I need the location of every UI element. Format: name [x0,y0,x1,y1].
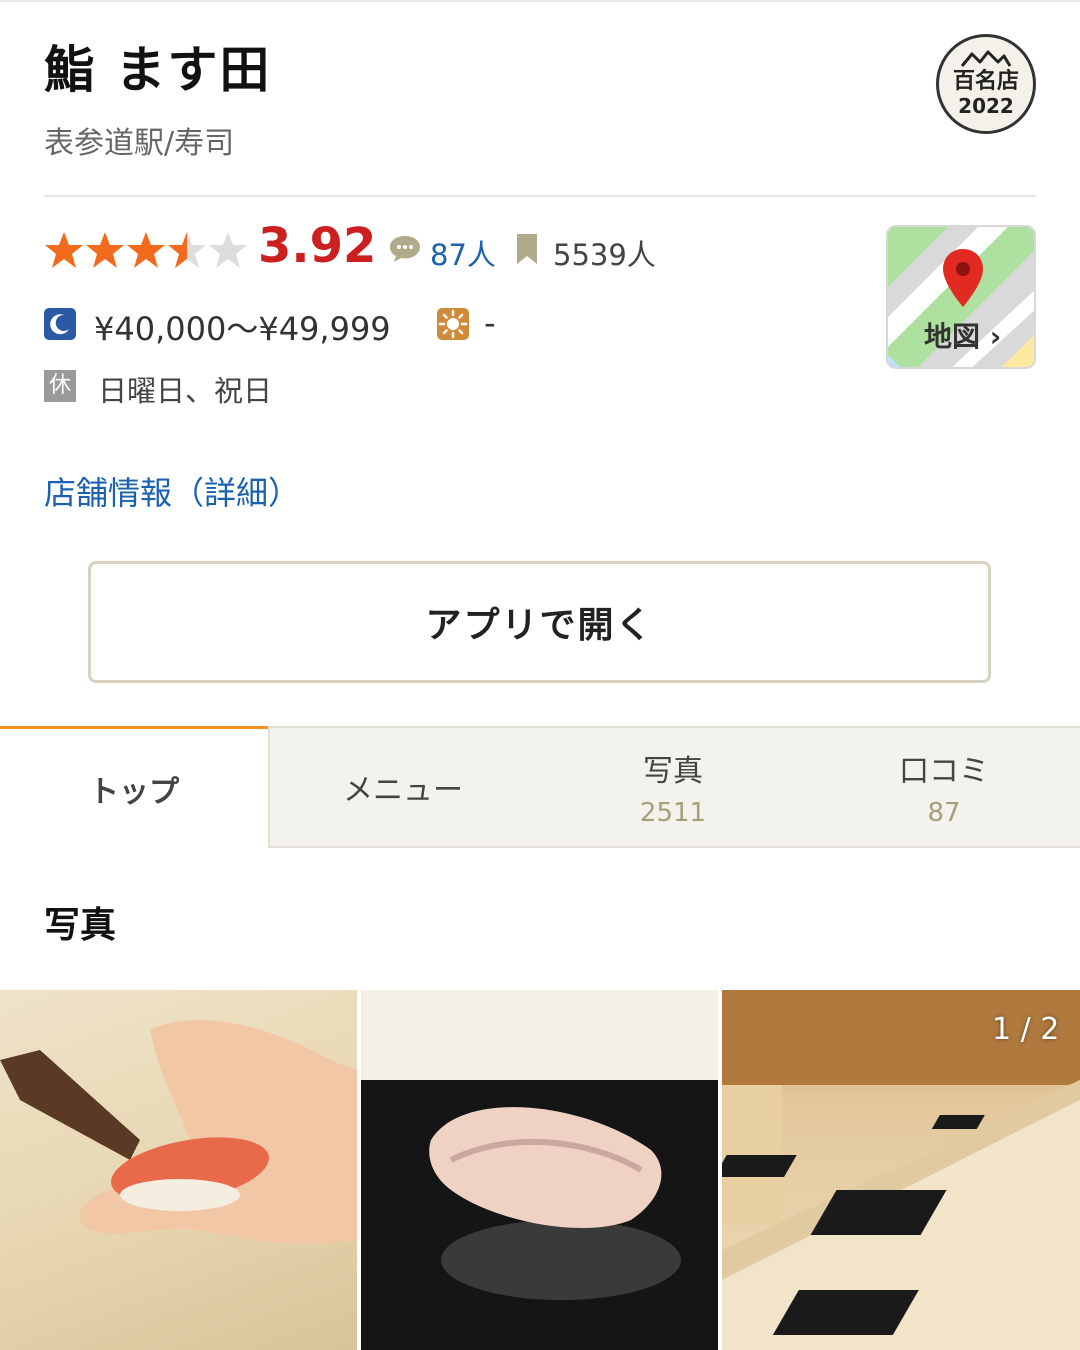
tab-label: メニュー [343,773,463,808]
lunch-price: - [484,304,496,342]
star-icon-5 [209,232,247,268]
store-detail-link[interactable]: 店舗情報（詳細） [44,468,300,514]
star-icon-4-half [168,232,206,268]
tab-count: 87 [927,798,961,828]
tab-photos[interactable]: 写真 2511 [538,726,808,848]
photo-tuna-nigiri[interactable] [0,990,357,1350]
bookmark-count: 5539人 [553,238,656,272]
tab-bar: トップ メニュー 写真 2511 口コミ 87 [0,726,1080,848]
moon-icon [44,308,76,340]
map-pin-icon [943,249,983,307]
header-divider [44,195,1036,197]
badge-label: 百名店 [952,69,1019,94]
rating-score: 3.92 [258,218,377,274]
dinner-price: ¥40,000～¥49,999 [94,310,391,348]
restaurant-name: 鮨 ます田 [44,41,272,99]
open-in-app-button[interactable]: アプリで開く [88,561,991,683]
tab-label: 口コミ [899,754,989,789]
restaurant-station-genre[interactable]: 表参道駅/寿司 [44,118,234,162]
photo-page-counter: 1 / 2 [992,1012,1060,1047]
tab-reviews[interactable]: 口コミ 87 [808,726,1080,848]
review-bubble-icon [390,236,420,262]
sun-icon [437,308,469,340]
map-button[interactable]: 地図 › [886,225,1036,369]
tab-menu[interactable]: メニュー [268,726,538,848]
review-count[interactable]: 87人 [430,232,496,274]
star-icon-3 [127,232,165,268]
holiday-text: 日曜日、祝日 [98,374,273,408]
tab-top[interactable]: トップ [0,726,268,848]
tab-count: 2511 [639,798,707,828]
badge-year: 2022 [958,94,1014,118]
map-label: 地図 › [924,320,1002,353]
star-icon-1 [45,232,83,268]
photos-section-title: 写真 [44,905,117,946]
hyakumeiten-badge[interactable]: 百名店 2022 [936,34,1036,134]
tab-label: トップ [89,774,179,810]
mountain-icon [960,50,1012,67]
bookmark-icon [517,234,537,264]
holiday-icon: 休 [44,370,76,402]
top-border [0,0,1080,2]
photo-fish-nigiri[interactable] [361,990,718,1350]
tab-label: 写真 [643,754,703,789]
star-icon-2 [86,232,124,268]
star-rating [44,228,249,272]
